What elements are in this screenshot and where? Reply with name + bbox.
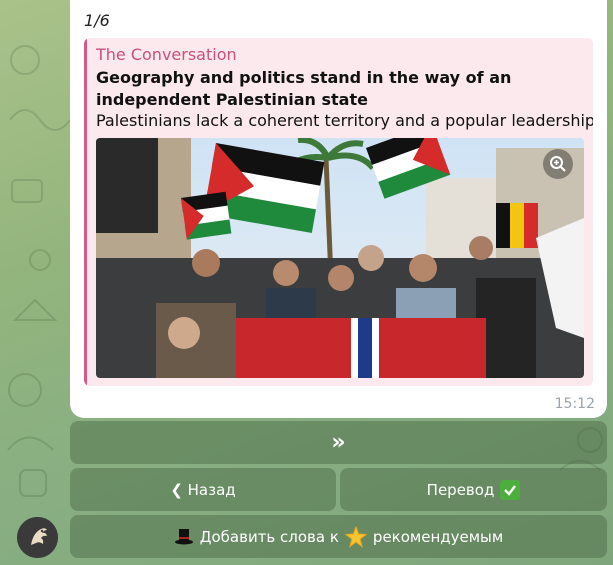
glowing-star-icon: [344, 525, 367, 548]
next-button[interactable]: »: [70, 421, 607, 464]
top-hat-icon: [174, 528, 193, 544]
preview-site-name: The Conversation: [96, 45, 237, 64]
link-preview[interactable]: The Conversation Geography and politics …: [84, 38, 593, 386]
check-mark-button-icon: [500, 479, 521, 500]
preview-accent-bar: [84, 38, 87, 386]
bot-avatar[interactable]: [17, 517, 58, 558]
add-words-button[interactable]: Добавить слова к рекомендуемым: [70, 515, 607, 558]
message-counter: 1/6: [84, 11, 110, 30]
back-button[interactable]: ❮ Назад: [70, 468, 336, 511]
translate-button-label: Перевод: [426, 480, 495, 499]
add-words-prefix: Добавить слова к: [199, 527, 339, 546]
protest-photo-illustration: [96, 138, 584, 378]
preview-title: Geography and politics stand in the way …: [96, 68, 512, 109]
add-words-suffix: рекомендуемым: [372, 527, 504, 546]
zoom-in-icon[interactable]: [543, 149, 573, 179]
preview-description: Palestinians lack a coherent territory a…: [96, 111, 593, 130]
message-time: 15:12: [554, 396, 595, 412]
back-button-label: ❮ Назад: [170, 480, 236, 499]
translate-button[interactable]: Перевод: [340, 468, 607, 511]
preview-photo[interactable]: [96, 138, 584, 378]
next-button-label: »: [331, 430, 346, 455]
